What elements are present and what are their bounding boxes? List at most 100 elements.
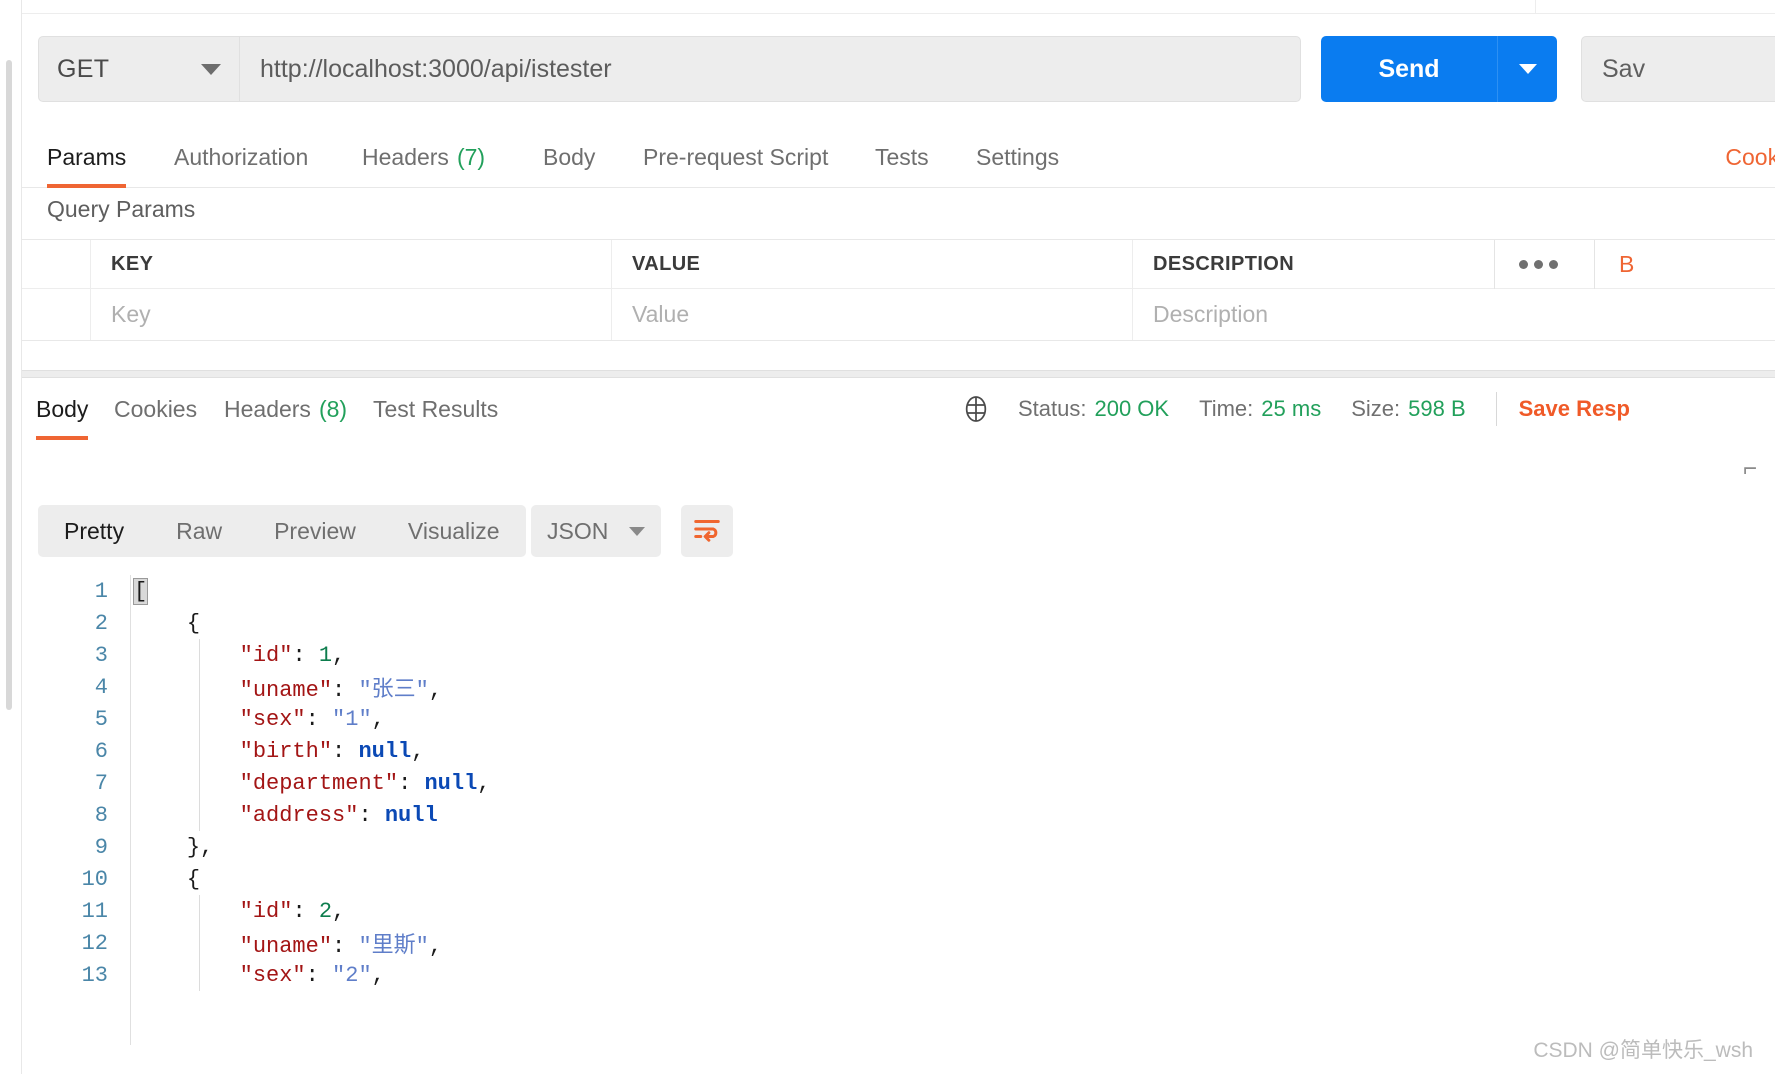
- response-tab-body[interactable]: Body: [36, 378, 89, 440]
- window-top-edge: [22, 0, 1775, 14]
- http-method-select[interactable]: GET: [38, 36, 240, 102]
- code-line-content: [: [132, 577, 149, 605]
- line-number: 10: [81, 866, 108, 892]
- response-language-select[interactable]: JSON: [531, 505, 661, 557]
- tab-settings[interactable]: Settings: [976, 126, 1059, 188]
- request-url-text: http://localhost:3000/api/istester: [260, 54, 612, 83]
- format-visualize-button[interactable]: Visualize: [382, 505, 526, 557]
- header-value-label: VALUE: [632, 252, 701, 275]
- chevron-down-icon: [201, 63, 221, 75]
- status-value[interactable]: 200 OK: [1094, 396, 1169, 422]
- response-pane-divider[interactable]: [22, 370, 1775, 378]
- row-value-placeholder: Value: [632, 301, 690, 327]
- indent-guide: [199, 671, 200, 703]
- format-raw-button[interactable]: Raw: [150, 505, 248, 557]
- code-token: {: [186, 610, 201, 636]
- response-tab-headers-count: (8): [318, 395, 348, 422]
- format-raw-label: Raw: [176, 517, 223, 544]
- code-line: 5 "sex": "1",: [22, 703, 1775, 735]
- code-line-content: "id": 1,: [134, 642, 346, 668]
- code-line-content: {: [134, 867, 200, 892]
- save-button[interactable]: Sav: [1581, 36, 1775, 102]
- code-line-content: "sex": "2",: [134, 963, 385, 988]
- tab-pre-request-script[interactable]: Pre-request Script: [643, 126, 828, 188]
- tab-authorization-label: Authorization: [174, 143, 309, 170]
- code-token: 2: [318, 898, 333, 924]
- code-token: ,: [332, 898, 346, 924]
- request-url-input[interactable]: http://localhost:3000/api/istester: [240, 36, 1301, 102]
- code-token: {: [186, 866, 201, 892]
- code-token: "张三": [358, 678, 429, 703]
- code-token: "2": [332, 962, 372, 988]
- code-token: "department": [239, 770, 399, 796]
- save-response-button[interactable]: Save Resp: [1519, 396, 1630, 422]
- response-format-toggle-group: Pretty Raw Preview Visualize: [38, 505, 526, 557]
- row-key-input[interactable]: Key: [91, 289, 612, 340]
- code-token: :: [332, 934, 359, 959]
- code-token: ,: [411, 738, 425, 764]
- response-tab-test-results[interactable]: Test Results: [373, 378, 498, 440]
- response-body-code-viewer[interactable]: 1[2 {3 "id": 1, 4 "uname": "张三", 5 "sex": …: [22, 575, 1775, 1045]
- code-token: ,: [428, 678, 443, 703]
- code-line: 3 "id": 1,: [22, 639, 1775, 671]
- word-wrap-icon: [692, 516, 722, 547]
- ellipsis-icon[interactable]: [1519, 260, 1558, 269]
- row-key-placeholder: Key: [111, 301, 151, 327]
- code-token: ,: [332, 642, 346, 668]
- tab-authorization[interactable]: Authorization: [174, 126, 308, 188]
- response-tab-headers[interactable]: Headers (8): [224, 378, 347, 440]
- code-line: 9 },: [22, 831, 1775, 863]
- row-checkbox-cell[interactable]: [22, 289, 91, 340]
- send-button[interactable]: Send: [1321, 36, 1497, 102]
- query-params-title: Query Params: [47, 196, 196, 222]
- format-pretty-button[interactable]: Pretty: [38, 505, 150, 557]
- line-number: 6: [94, 738, 108, 764]
- bulk-edit-button[interactable]: B: [1594, 240, 1634, 289]
- bulk-edit-label: B: [1619, 251, 1635, 277]
- code-token: null: [384, 802, 438, 828]
- code-line-content: "birth": null,: [134, 738, 425, 764]
- code-line-content: "department": null,: [134, 770, 491, 796]
- left-scroll-rail[interactable]: [0, 0, 22, 1074]
- response-tab-test-results-label: Test Results: [373, 395, 499, 422]
- tab-body[interactable]: Body: [543, 126, 595, 188]
- tab-headers[interactable]: Headers (7): [362, 126, 485, 188]
- line-number: 8: [94, 802, 108, 828]
- code-line: 7 "department": null,: [22, 767, 1775, 799]
- format-preview-button[interactable]: Preview: [248, 505, 382, 557]
- send-button-label: Send: [1378, 54, 1440, 83]
- tab-tests-label: Tests: [875, 143, 929, 170]
- response-tab-body-label: Body: [36, 395, 89, 422]
- tab-params[interactable]: Params: [47, 126, 127, 188]
- code-line: 11 "id": 2,: [22, 895, 1775, 927]
- left-scrollbar-thumb[interactable]: [6, 60, 12, 710]
- time-value: 25 ms: [1261, 396, 1322, 421]
- window-top-right-strip: [1535, 0, 1775, 13]
- response-tab-cookies[interactable]: Cookies: [114, 378, 197, 440]
- line-number: 13: [81, 962, 108, 988]
- code-token: ,: [477, 770, 491, 796]
- row-value-input[interactable]: Value: [612, 289, 1133, 340]
- code-token: "sex": [239, 962, 306, 988]
- code-token: "sex": [239, 706, 306, 732]
- request-bar: GET http://localhost:3000/api/istester S…: [38, 36, 1775, 102]
- word-wrap-toggle-button[interactable]: [681, 505, 733, 557]
- send-options-button[interactable]: [1497, 36, 1557, 102]
- indent-guide: [199, 639, 200, 671]
- status-label: Status:: [1018, 396, 1087, 421]
- code-line-content: },: [134, 835, 213, 860]
- code-token: :: [332, 678, 359, 703]
- tab-settings-label: Settings: [976, 143, 1060, 170]
- code-token: "uname": [239, 934, 333, 959]
- cookies-link[interactable]: Cookie: [1725, 126, 1775, 188]
- chevron-down-icon: [1518, 64, 1537, 74]
- code-token: 1: [318, 642, 333, 668]
- line-number: 7: [94, 770, 108, 796]
- code-token: :: [305, 706, 333, 732]
- code-line-content: {: [134, 611, 200, 636]
- chevron-down-icon: [629, 526, 645, 536]
- code-fold-marker-icon: ⌐: [1742, 455, 1757, 482]
- tab-tests[interactable]: Tests: [875, 126, 929, 188]
- code-line-content: "address": null: [134, 803, 438, 828]
- row-description-input[interactable]: Description: [1133, 289, 1494, 340]
